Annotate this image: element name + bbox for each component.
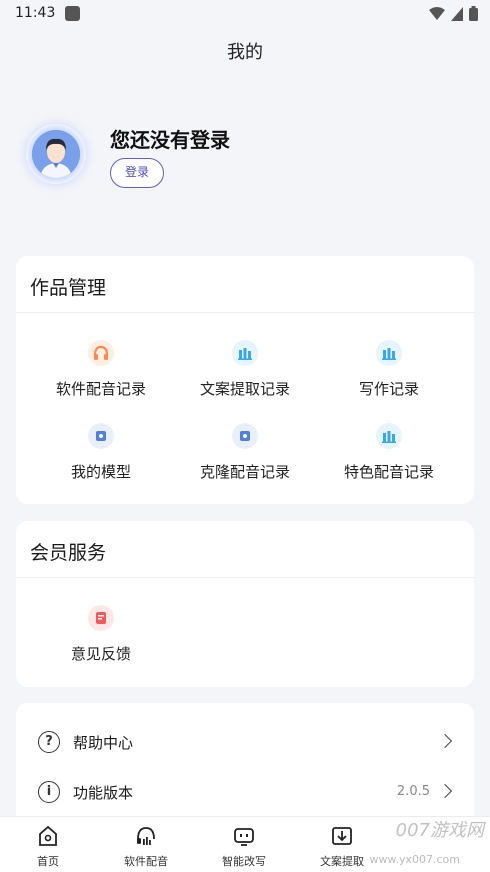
info-icon: i (38, 781, 60, 803)
version-label: 功能版本 (73, 784, 134, 802)
bar-chart-icon (232, 340, 258, 366)
user-avatar-icon (32, 130, 80, 178)
tab-label: 软件配音 (124, 855, 168, 868)
model-icon (232, 423, 258, 449)
divider (16, 577, 474, 578)
tab-dubbing[interactable]: 软件配音 (106, 825, 186, 869)
extract-icon (331, 825, 353, 847)
tab-label: 首页 (37, 855, 59, 868)
watermark-url: www.yx007.com (369, 853, 460, 866)
divider (16, 312, 474, 313)
bar-chart-icon (376, 340, 402, 366)
battery-icon (469, 6, 478, 21)
grid-item-label: 克隆配音记录 (199, 463, 290, 481)
grid-item-label: 文案提取记录 (199, 380, 290, 398)
page-title: 我的 (227, 42, 263, 63)
member-services-card: 会员服务 意见反馈 (16, 521, 474, 687)
home-icon (37, 825, 59, 847)
chevron-right-icon (437, 783, 453, 799)
grid-item-writing-records[interactable]: 写作记录 (314, 340, 464, 399)
grid-item-label: 特色配音记录 (343, 463, 434, 481)
bottom-tab-bar: 首页 软件配音 智能改写 文案提取 007游戏网 www.yx007.com (0, 816, 490, 872)
grid-item-clone-records[interactable]: 克隆配音记录 (170, 423, 320, 482)
help-center-row[interactable]: ? 帮助中心 (16, 722, 474, 762)
watermark: 007游戏网 (395, 820, 484, 841)
grid-item-feedback[interactable]: 意见反馈 (26, 605, 176, 664)
login-button[interactable]: 登录 (110, 158, 164, 188)
grid-item-label: 意见反馈 (70, 645, 131, 663)
rewrite-icon (233, 825, 255, 847)
username: 您还没有登录 (110, 128, 230, 152)
feedback-icon (88, 605, 114, 631)
avatar[interactable] (26, 124, 86, 184)
notification-icon (65, 6, 80, 21)
grid-item-extract-records[interactable]: 文案提取记录 (170, 340, 320, 399)
tab-rewrite[interactable]: 智能改写 (204, 825, 284, 869)
model-icon (88, 423, 114, 449)
version-row[interactable]: i 功能版本 2.0.5 (16, 772, 474, 812)
headphones-icon (88, 340, 114, 366)
chevron-right-icon (437, 733, 453, 749)
bar-chart-icon (376, 423, 402, 449)
grid-item-label: 我的模型 (70, 463, 131, 481)
status-bar: 11:43 (0, 0, 490, 28)
grid-item-feature-records[interactable]: 特色配音记录 (314, 423, 464, 482)
status-icons (429, 6, 478, 21)
works-management-card: 作品管理 软件配音记录 文案提取记录 写作记录 我的模型 克隆配音记录 特色配音… (16, 256, 474, 504)
card-title: 会员服务 (30, 542, 107, 564)
wifi-icon (429, 6, 445, 20)
grid-item-my-models[interactable]: 我的模型 (26, 423, 176, 482)
status-time: 11:43 (15, 5, 56, 21)
card-title: 作品管理 (30, 277, 107, 299)
grid-item-label: 软件配音记录 (55, 380, 146, 398)
tab-label: 智能改写 (222, 855, 266, 868)
grid-item-dubbing-records[interactable]: 软件配音记录 (26, 340, 176, 399)
dubbing-icon (135, 825, 157, 847)
help-center-label: 帮助中心 (73, 734, 134, 752)
signal-icon (451, 6, 463, 21)
version-value: 2.0.5 (396, 784, 430, 799)
question-icon: ? (38, 731, 60, 753)
tab-home[interactable]: 首页 (8, 825, 88, 869)
grid-item-label: 写作记录 (358, 380, 419, 398)
